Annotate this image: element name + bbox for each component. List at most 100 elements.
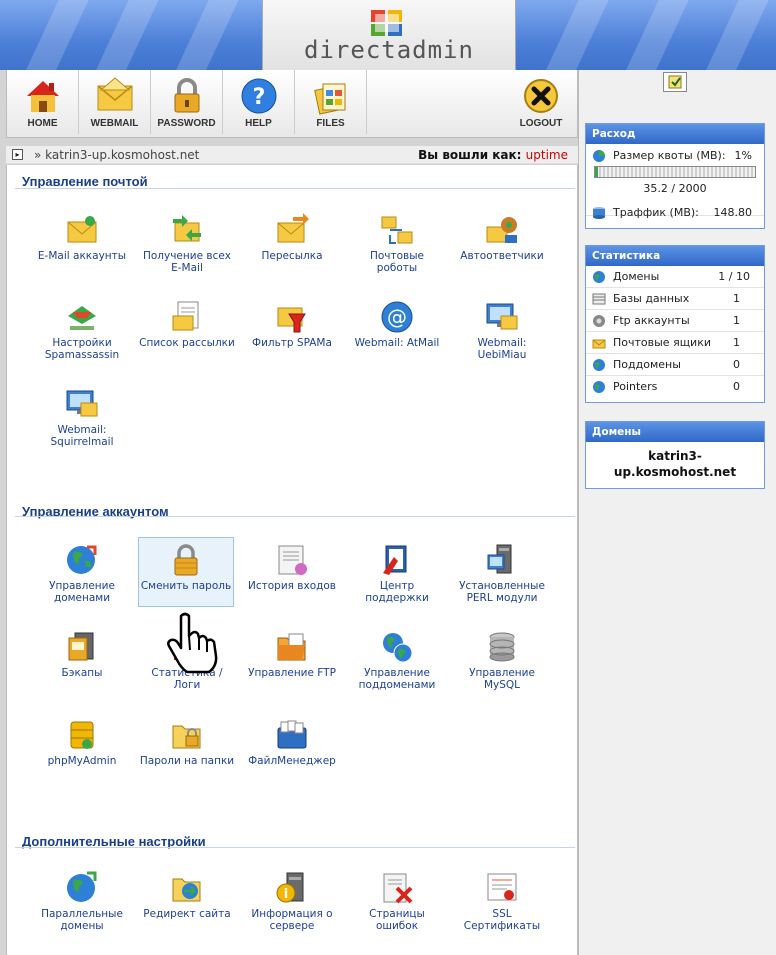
traffic-value: 148.80 — [713, 206, 753, 219]
parallel-domains-icon — [67, 871, 97, 902]
menu-item-domains[interactable]: Управление доменами — [34, 543, 130, 604]
logged-in-label: Вы вошли как: — [418, 148, 522, 162]
logged-in-as: Вы вошли как: uptime — [418, 148, 568, 162]
spamassassin-icon — [68, 306, 96, 330]
menu-item-server-info[interactable]: i Информация о сервере — [244, 871, 340, 932]
stats-row-subdomains: Поддомены 0 — [586, 354, 764, 376]
quota-bar-fill — [595, 167, 598, 177]
help-button[interactable]: ? HELP — [223, 70, 295, 134]
stats-row-domains: Домены 1 / 10 — [586, 266, 764, 288]
mailbox-icon — [592, 339, 606, 349]
site-redirect-icon — [172, 878, 201, 902]
help-icon: ? — [241, 78, 276, 114]
menu-item-ftp[interactable]: Управление FTP — [244, 630, 340, 679]
menu-item-perl-modules[interactable]: Установленные PERL модули — [454, 543, 550, 604]
autoresponder-icon — [486, 217, 517, 243]
expand-arrow-icon[interactable]: ▸ — [12, 149, 23, 160]
menu-item-file-manager[interactable]: ФайлМенеджер — [244, 718, 340, 767]
domains-icon — [67, 545, 97, 574]
logo[interactable]: directadmin — [262, 0, 516, 70]
menu-item-mail-robots[interactable]: Почтовые роботы — [349, 213, 445, 274]
home-button[interactable]: HOME — [7, 70, 79, 134]
files-icon — [313, 83, 345, 115]
change-password-icon — [174, 544, 198, 576]
mail-robots-icon — [381, 216, 413, 244]
menu-item-forwarding[interactable]: Пересылка — [244, 213, 340, 262]
ssl-certificates-icon — [487, 873, 517, 901]
email-accounts-icon — [67, 216, 97, 243]
breadcrumb: ▸ » katrin3-up.kosmohost.net Вы вошли ка… — [6, 146, 578, 164]
quota-bar — [594, 166, 756, 178]
quota-icon — [593, 150, 605, 162]
menu-item-catch-all[interactable]: Получение всех E-Mail — [139, 213, 235, 274]
traffic-label: Траффик (MB): — [613, 206, 699, 219]
stats-title: Статистика — [586, 246, 764, 266]
usage-title: Расход — [586, 124, 764, 144]
section-divider — [15, 516, 575, 517]
close-icon — [524, 79, 558, 113]
menu-item-email-accounts[interactable]: E-Mail аккаунты — [34, 213, 130, 262]
quota-percent: 1% — [734, 149, 752, 162]
password-button[interactable]: PASSWORD — [151, 70, 223, 134]
header: directadmin — [0, 0, 776, 70]
mailing-list-icon — [172, 301, 199, 331]
support-center-icon — [383, 545, 407, 575]
forward-icon — [277, 213, 309, 243]
logout-button[interactable]: LOGOUT — [505, 70, 577, 134]
perl-modules-icon — [487, 544, 512, 574]
toolbar: HOME WEBMAIL PASSWORD ? HELP FILES LOGOU… — [6, 70, 578, 138]
menu-item-mailing-list[interactable]: Список рассылки — [139, 300, 235, 349]
menu-item-folder-passwords[interactable]: Пароли на папки — [139, 718, 235, 767]
stats-row-ftp: Ftp аккаунты 1 — [586, 310, 764, 332]
domains-box: Домены katrin3-up.kosmohost.net — [585, 421, 765, 489]
subdomain-icon — [593, 359, 605, 371]
stats-box: Статистика Домены 1 / 10 Базы данных 1 F… — [585, 245, 765, 403]
pointer-icon — [593, 381, 605, 393]
breadcrumb-path[interactable]: » katrin3-up.kosmohost.net — [34, 148, 199, 162]
menu-item-login-history[interactable]: История входов — [244, 543, 340, 592]
menu-item-ssl-certificates[interactable]: SSL Сертификаты — [454, 871, 550, 932]
files-button[interactable]: FILES — [295, 70, 367, 134]
main-panel: Управление почтой E-Mail аккаунты Получе… — [6, 165, 578, 955]
svg-text:@: @ — [387, 305, 407, 329]
quota-section: Размер квоты (MB): 1% 35.2 / 2000 Траффи… — [586, 144, 764, 219]
menu-item-subdomains[interactable]: Управление поддоменами — [349, 630, 445, 691]
menu-item-site-redirect[interactable]: Редирект сайта — [139, 871, 235, 920]
quota-value: 35.2 / 2000 — [643, 182, 707, 195]
menu-item-backups[interactable]: Бэкапы — [34, 630, 130, 679]
menu-item-squirrelmail[interactable]: Webmail: Squirrelmail — [34, 387, 130, 448]
menu-item-phpmyadmin[interactable]: phpMyAdmin — [34, 718, 130, 767]
menu-item-atmail[interactable]: @ Webmail: AtMail — [349, 300, 445, 349]
spam-filter-icon — [277, 307, 306, 333]
envelope-icon — [97, 77, 132, 111]
folder-password-icon — [172, 725, 201, 749]
domains-title: Домены — [586, 422, 764, 442]
section-divider — [15, 847, 575, 848]
webmail-button[interactable]: WEBMAIL — [79, 70, 151, 134]
stats-row-mailboxes: Почтовые ящики 1 — [586, 332, 764, 354]
menu-item-error-pages[interactable]: Страницы ошибок — [349, 871, 445, 932]
note-icon[interactable] — [663, 72, 687, 92]
domain-link[interactable]: katrin3-up.kosmohost.net — [586, 442, 764, 488]
menu-item-spamassassin[interactable]: Настройки Spamassassin — [34, 300, 130, 361]
menu-item-parallel-domains[interactable]: Параллельные домены — [34, 871, 130, 932]
menu-item-spam-filter[interactable]: Фильтр SPAMa — [244, 300, 340, 349]
section-title-mail: Управление почтой — [22, 174, 148, 189]
usage-box: Расход Размер квоты (MB): 1% 35.2 / 2000… — [585, 123, 765, 229]
logo-icon — [371, 10, 402, 36]
menu-item-support-center[interactable]: Центр поддержки — [349, 543, 445, 604]
menu-item-autoresponders[interactable]: Автоответчики — [454, 213, 550, 262]
menu-item-change-password[interactable]: Сменить пароль — [138, 537, 234, 607]
home-icon — [26, 81, 59, 112]
error-pages-icon — [383, 873, 413, 904]
menu-item-uebimiau[interactable]: Webmail: UebiMiau — [454, 300, 550, 361]
globe-icon — [593, 271, 605, 283]
traffic-icon — [593, 207, 605, 219]
subdomains-icon — [383, 633, 413, 663]
stats-row-pointers: Pointers 0 — [586, 376, 764, 398]
catch-all-icon — [173, 215, 201, 242]
file-manager-icon — [277, 720, 307, 749]
ftp-icon — [277, 633, 306, 661]
menu-item-mysql[interactable]: Управление MySQL — [454, 630, 550, 691]
phpmyadmin-icon — [70, 721, 94, 749]
